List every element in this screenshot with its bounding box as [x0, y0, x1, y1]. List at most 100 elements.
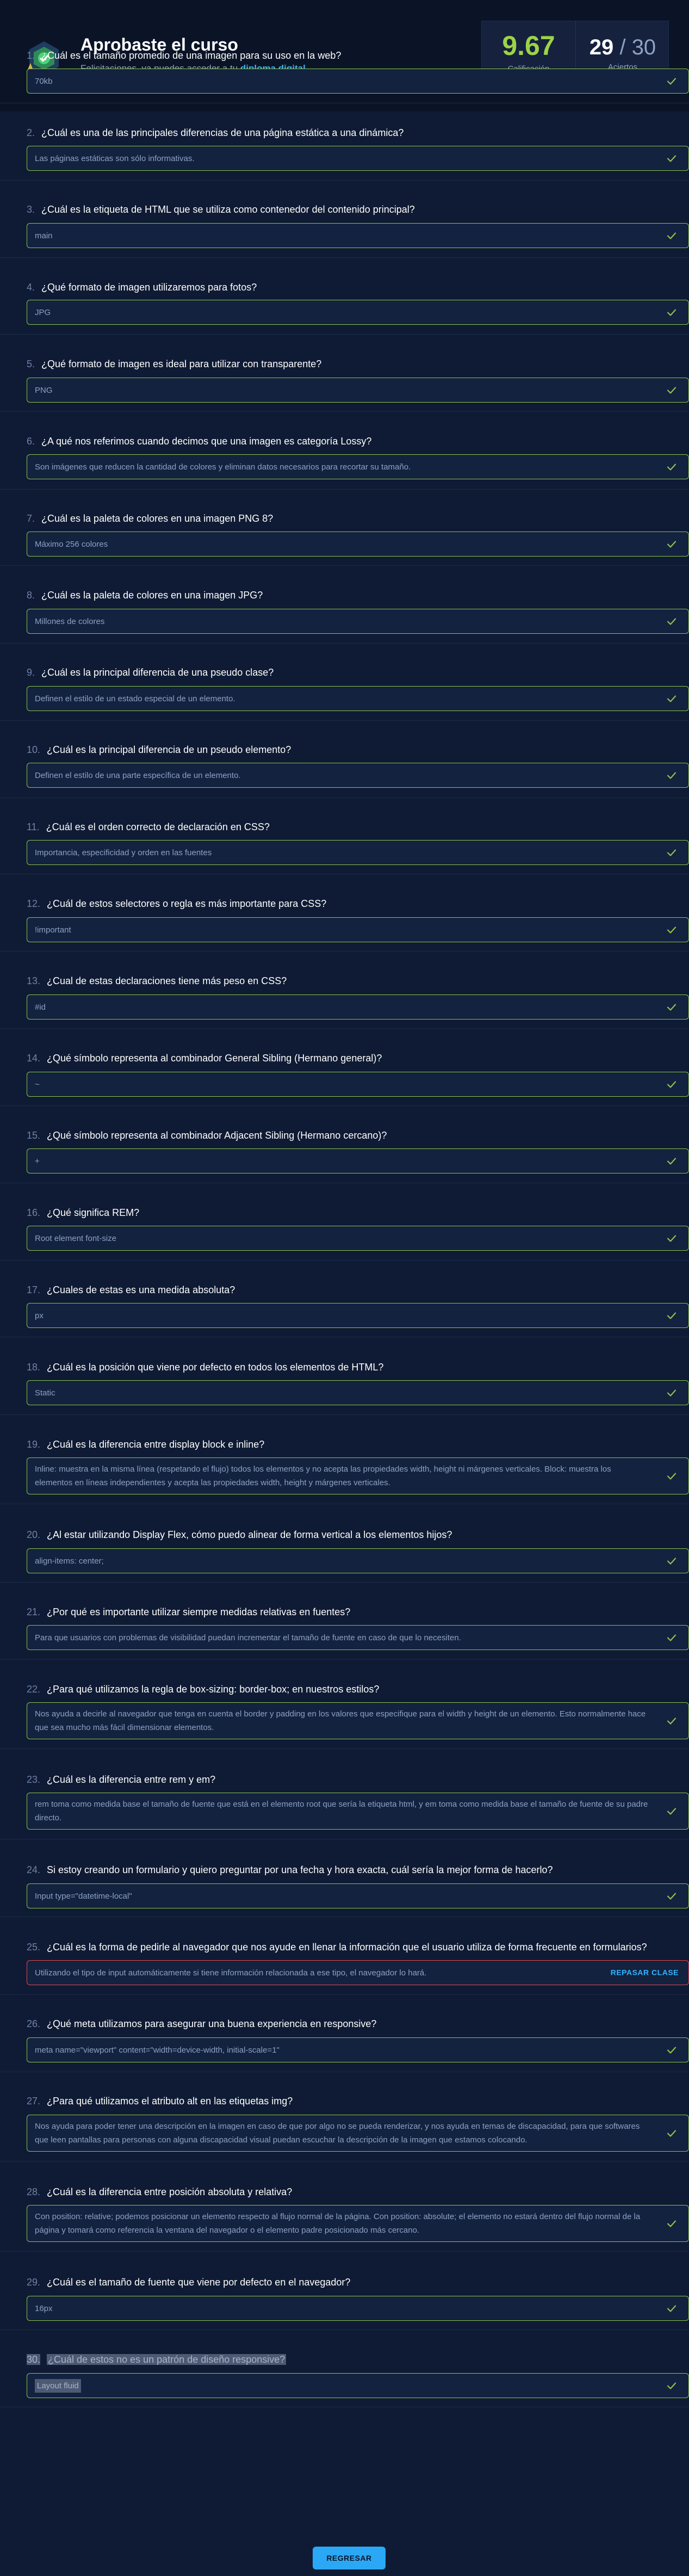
answer-box: Nos ayuda a decirle al navegador que ten…: [27, 1702, 689, 1739]
question-text: ¿Cuál es la principal diferencia de una …: [41, 667, 274, 678]
answer-text: Son imágenes que reducen la cantidad de …: [35, 462, 411, 472]
question-title: 24. Si estoy creando un formulario y quie…: [27, 1864, 553, 1876]
answer-box: JPG: [27, 300, 689, 325]
answer-box: Input type="datetime-local": [27, 1883, 689, 1908]
answer-text: !important: [35, 925, 71, 935]
check-icon: [666, 306, 678, 318]
question-text: ¿Cuál es la etiqueta de HTML que se util…: [41, 204, 415, 215]
check-icon: [666, 2302, 678, 2314]
check-icon: [666, 769, 678, 781]
check-icon: [666, 75, 678, 87]
question-text: ¿Cuál de estos selectores o regla es más…: [47, 898, 327, 909]
answer-text: ~: [35, 1079, 40, 1089]
check-icon: [666, 2217, 678, 2229]
divider: [0, 1260, 689, 1261]
question-text: ¿Cuál es la principal diferencia de un p…: [47, 744, 291, 755]
answer-text: Definen el estilo de un estado especial …: [35, 694, 235, 703]
check-icon: [666, 1001, 678, 1013]
answer-text: Layout fluid: [35, 2379, 81, 2393]
divider: [0, 951, 689, 952]
answer-text: Utilizando el tipo de input automáticame…: [35, 1968, 427, 1978]
hits-value: 29 / 30: [576, 35, 669, 59]
question-title: 12. ¿Cuál de estos selectores o regla es …: [27, 898, 326, 910]
answer-box: Static: [27, 1380, 689, 1405]
check-icon: [666, 1387, 678, 1399]
question-number: 14.: [27, 1053, 41, 1064]
answer-box: Definen el estilo de un estado especial …: [27, 686, 689, 711]
question-number: 16.: [27, 1207, 41, 1218]
check-icon: [666, 2127, 678, 2139]
answer-box: 70kb: [27, 69, 689, 94]
question-number: 11.: [27, 821, 40, 832]
answer-box: meta name="viewport" content="width=devi…: [27, 2037, 689, 2062]
answer-text: main: [35, 231, 53, 240]
question-number: 8.: [27, 590, 35, 601]
check-icon: [666, 847, 678, 858]
question-text: ¿Qué significa REM?: [47, 1207, 140, 1218]
question-number: 10.: [27, 744, 41, 755]
answer-text: Static: [35, 1388, 55, 1398]
grade-value: 9.67: [502, 30, 555, 61]
answer-text: 70kb: [35, 76, 53, 86]
questions-list: 1. ¿Cuál es el tamaño promedio de una ima…: [0, 50, 689, 2576]
question-title: 13. ¿Cual de estas declaraciones tiene má…: [27, 975, 287, 987]
question-text: ¿Qué símbolo representa al combinador Ge…: [47, 1053, 382, 1064]
check-icon: [666, 230, 678, 242]
divider: [0, 720, 689, 721]
divider: [0, 1582, 689, 1583]
question-title: 9. ¿Cuál es la principal diferencia de un…: [27, 667, 274, 678]
review-class-link[interactable]: REPASAR CLASE: [611, 1966, 679, 1980]
answer-text: Millones de colores: [35, 616, 105, 626]
question-text: ¿Cuál es la diferencia entre posición ab…: [47, 2186, 293, 2197]
hits-total: 30: [631, 35, 656, 59]
answer-text: Nos ayuda para poder tener una descripci…: [35, 2122, 640, 2145]
question-number: 29.: [27, 2277, 41, 2288]
check-icon: [666, 1232, 678, 1244]
question-number: 22.: [27, 1684, 41, 1695]
question-text: ¿Cuál es una de las principales diferenc…: [41, 127, 404, 138]
answer-box: main: [27, 223, 689, 248]
divider: [0, 1994, 689, 1995]
question-number: 5.: [27, 359, 35, 369]
question-text: ¿Para qué utilizamos el atributo alt en …: [47, 2096, 293, 2106]
check-icon: [666, 2044, 678, 2056]
question-number: 30.: [27, 2354, 41, 2365]
answer-text: Con position: relative; podemos posicion…: [35, 2212, 641, 2235]
question-text: ¿Cuál es el orden correcto de declaració…: [46, 821, 270, 832]
question-number: 13.: [27, 975, 41, 986]
question-title: 18. ¿Cuál es la posición que viene por de…: [27, 1362, 383, 1373]
answer-box: Nos ayuda para poder tener una descripci…: [27, 2115, 689, 2152]
question-number: 7.: [27, 513, 35, 524]
question-text: ¿Cuál es el tamaño promedio de una image…: [41, 50, 342, 61]
divider: [0, 1028, 689, 1029]
answer-text: #id: [35, 1002, 46, 1012]
question-text: ¿Cuál es la forma de pedirle al navegado…: [47, 1942, 647, 1953]
question-text: ¿Por qué es importante utilizar siempre …: [47, 1607, 351, 1617]
question-title: 2. ¿Cuál es una de las principales difere…: [27, 127, 404, 139]
divider: [0, 180, 689, 181]
answer-text: px: [35, 1311, 44, 1320]
answer-text: Nos ayuda a decirle al navegador que ten…: [35, 1709, 646, 1732]
question-title: 15. ¿Qué símbolo representa al combinador…: [27, 1130, 387, 1141]
question-title: 28. ¿Cuál es la diferencia entre posición…: [27, 2186, 292, 2198]
answer-box: !important: [27, 917, 689, 942]
answer-box: align-items: center;: [27, 1548, 689, 1573]
check-icon: [666, 1309, 678, 1321]
answer-box: #id: [27, 994, 689, 1020]
question-number: 6.: [27, 436, 35, 447]
answer-box: ~: [27, 1072, 689, 1097]
question-number: 19.: [27, 1439, 41, 1450]
answer-text: Input type="datetime-local": [35, 1891, 132, 1901]
answer-box: +: [27, 1148, 689, 1173]
question-text: ¿Cuál es la posición que viene por defec…: [47, 1362, 384, 1373]
answer-text: rem toma como medida base el tamaño de f…: [35, 1800, 648, 1823]
hits-count: 29: [589, 35, 614, 59]
question-number: 23.: [27, 1774, 41, 1785]
return-button[interactable]: REGRESAR: [313, 2547, 386, 2569]
divider: [0, 411, 689, 412]
question-title: 21. ¿Por qué es importante utilizar siemp…: [27, 1607, 350, 1618]
question-title: 4. ¿Qué formato de imagen utilizaremos pa…: [27, 282, 257, 293]
check-icon: [666, 1555, 678, 1567]
answer-box: 16px: [27, 2296, 689, 2321]
question-number: 2.: [27, 127, 35, 138]
